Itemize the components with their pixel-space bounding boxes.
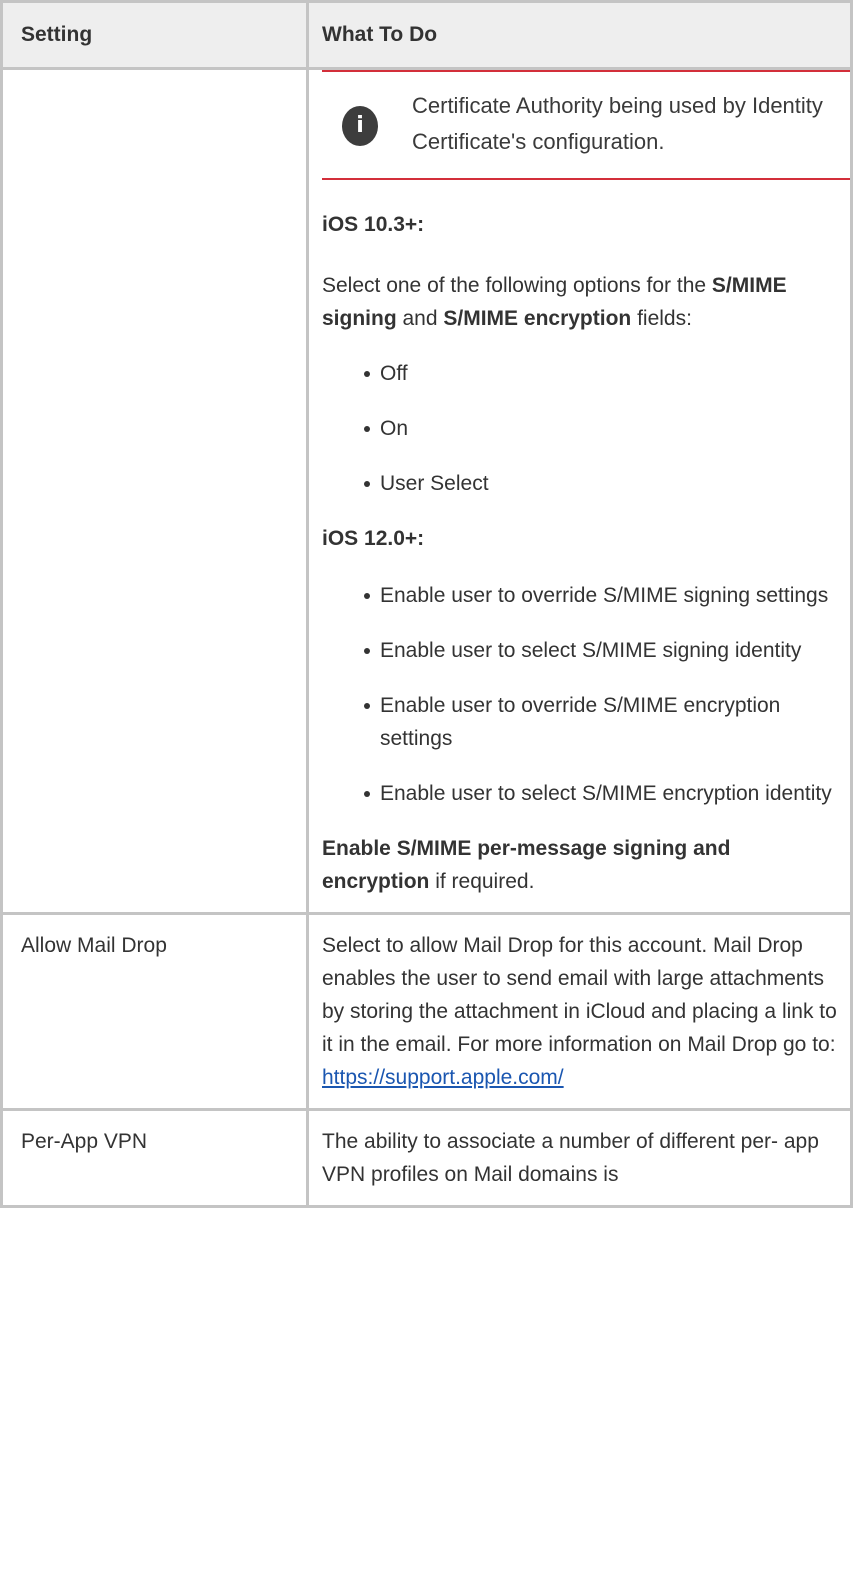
fields-suffix-text: fields: [631,307,692,330]
mail-drop-description: Select to allow Mail Drop for this accou… [322,934,837,1056]
table-header-row: Setting What To Do [0,0,853,70]
list-item: Enable user to override S/MIME signing s… [322,579,842,612]
list-item: Enable user to override S/MIME encryptio… [322,689,842,755]
ios-10-3-options-list: Off On User Select [322,357,842,500]
ios-12-options-list: Enable user to override S/MIME signing s… [322,579,842,810]
list-item: Enable user to select S/MIME encryption … [322,777,842,810]
and-text: and [396,307,444,330]
info-icon: i [342,106,378,146]
what-to-do-cell: Select to allow Mail Drop for this accou… [306,912,853,1111]
header-what-to-do: What To Do [306,0,853,70]
encryption-field-name: S/MIME encryption [443,307,632,330]
note-text: Certificate Authority being used by Iden… [412,93,823,154]
select-prefix-text: Select one of the following options for … [322,274,712,297]
setting-cell [0,67,309,915]
settings-table: Setting What To Do i Certificate Authori… [0,0,853,1208]
ios-12-heading: iOS 12.0+: [322,527,425,550]
table-row: Per-App VPN The ability to associate a n… [0,1108,853,1208]
enable-per-message-paragraph: Enable S/MIME per-message signing and en… [322,832,842,898]
apple-support-link[interactable]: https://support.apple.com/ [322,1066,564,1089]
what-to-do-cell: The ability to associate a number of dif… [306,1108,853,1208]
note-box: i Certificate Authority being used by Id… [322,70,850,180]
header-setting: Setting [0,0,309,70]
setting-cell: Allow Mail Drop [0,912,309,1111]
list-item: Off [322,357,842,390]
table-row: Allow Mail Drop Select to allow Mail Dro… [0,912,853,1111]
list-item: On [322,412,842,445]
list-item: User Select [322,467,842,500]
ios-10-3-heading: iOS 10.3+: [322,213,425,236]
setting-cell: Per-App VPN [0,1108,309,1208]
table-row: i Certificate Authority being used by Id… [0,67,853,915]
enable-suffix-text: if required. [429,870,535,893]
list-item: Enable user to select S/MIME signing ide… [322,634,842,667]
what-to-do-cell: i Certificate Authority being used by Id… [306,67,853,915]
select-options-paragraph: Select one of the following options for … [322,269,842,335]
